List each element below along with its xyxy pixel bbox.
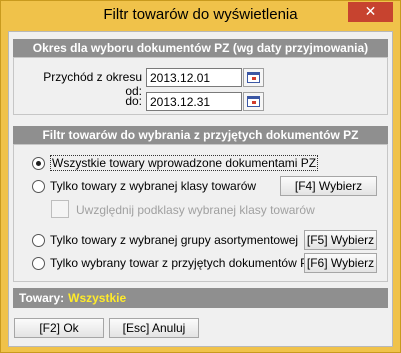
radio-button[interactable]: [32, 156, 45, 170]
calendar-icon: [247, 72, 260, 83]
radio-button[interactable]: [32, 179, 45, 193]
from-date-input[interactable]: [146, 68, 242, 87]
window-title: Filtr towarów do wyświetlenia: [103, 6, 298, 23]
date-range-group: Przychód z okresu od: do:: [13, 57, 388, 115]
radio-label: Wszystkie towary wprowadzone dokumentami…: [50, 155, 319, 171]
include-subclasses-label: Uwzględnij podklasy wybranej klasy towar…: [76, 203, 315, 217]
title-bar[interactable]: Filtr towarów do wyświetlenia ✕: [1, 1, 400, 31]
radio-label: Tylko wybrany towar z przyjętych dokumen…: [50, 256, 316, 270]
radio-all-products[interactable]: Wszystkie towary wprowadzone dokumentami…: [32, 155, 319, 171]
select-group-button[interactable]: [F5] Wybierz: [304, 230, 377, 250]
radio-single-product[interactable]: Tylko wybrany towar z przyjętych dokumen…: [32, 255, 315, 271]
radio-button[interactable]: [32, 233, 45, 247]
filter-header: Filtr towarów do wybrania z przyjętych d…: [13, 126, 388, 144]
radio-group-products[interactable]: Tylko towary z wybranej grupy asortyment…: [32, 232, 298, 248]
filter-group: Wszystkie towary wprowadzone dokumentami…: [13, 144, 388, 282]
calendar-icon: [247, 96, 260, 107]
status-label: Towary:: [19, 291, 65, 305]
select-class-button[interactable]: [F4] Wybierz: [280, 176, 377, 196]
radio-label: Tylko towary z wybranej grupy asortyment…: [50, 233, 299, 247]
include-subclasses-checkbox[interactable]: [51, 200, 69, 218]
dialog-content: Okres dla wyboru dokumentów PZ (wg daty …: [8, 31, 393, 347]
from-date-picker-button[interactable]: [243, 68, 264, 87]
select-product-button[interactable]: [F6] Wybierz: [304, 253, 377, 273]
to-date-input[interactable]: [146, 92, 242, 111]
radio-label: Tylko towary z wybranej klasy towarów: [50, 179, 257, 193]
radio-class-products[interactable]: Tylko towary z wybranej klasy towarów: [32, 178, 256, 194]
to-date-label: do:: [125, 94, 142, 108]
cancel-button[interactable]: [Esc] Anuluj: [109, 318, 199, 338]
close-button[interactable]: ✕: [348, 2, 393, 22]
date-range-header: Okres dla wyboru dokumentów PZ (wg daty …: [13, 39, 388, 57]
to-date-picker-button[interactable]: [243, 92, 264, 111]
close-icon: ✕: [364, 3, 377, 19]
status-bar: Towary: Wszystkie: [13, 288, 388, 308]
radio-button[interactable]: [32, 256, 45, 270]
ok-button[interactable]: [F2] Ok: [14, 318, 104, 338]
dialog-window: Filtr towarów do wyświetlenia ✕ Okres dl…: [0, 0, 401, 353]
status-value: Wszystkie: [68, 291, 127, 305]
